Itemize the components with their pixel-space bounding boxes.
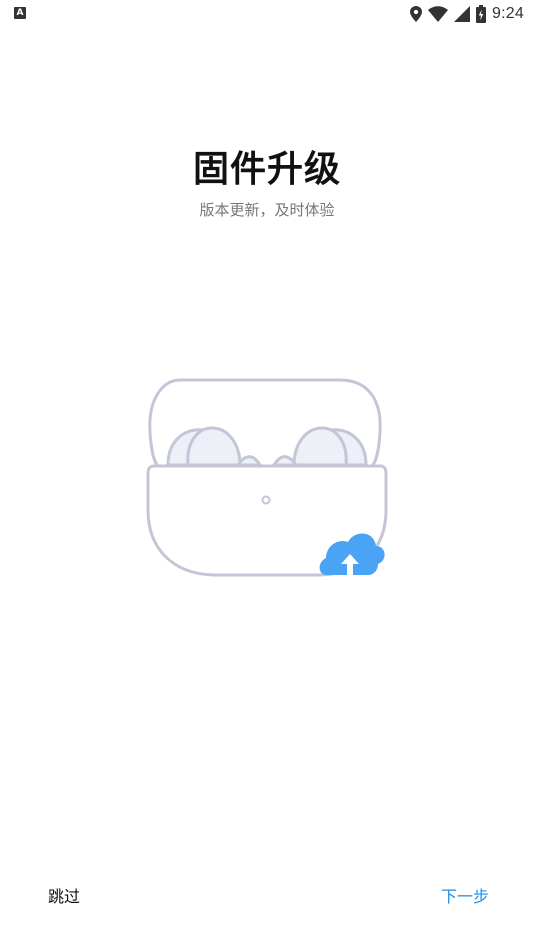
- earbuds-case-svg: [146, 378, 388, 577]
- page-subtitle: 版本更新，及时体验: [199, 201, 335, 219]
- status-bar: A 9:24: [0, 0, 534, 28]
- next-step-button[interactable]: 下一步: [430, 874, 500, 916]
- wifi-icon: [428, 6, 449, 22]
- location-icon: [410, 6, 423, 22]
- status-time: 9:24: [492, 5, 524, 22]
- page-title: 固件升级: [192, 149, 341, 190]
- earbuds-case-illustration: [140, 370, 394, 590]
- status-icons: 9:24: [410, 4, 524, 24]
- skip-button[interactable]: 跳过: [34, 874, 94, 916]
- battery-icon: [476, 5, 487, 23]
- indicator-light: [261, 495, 271, 505]
- cell-signal-icon: [454, 6, 471, 22]
- notification-icon: A: [14, 7, 26, 19]
